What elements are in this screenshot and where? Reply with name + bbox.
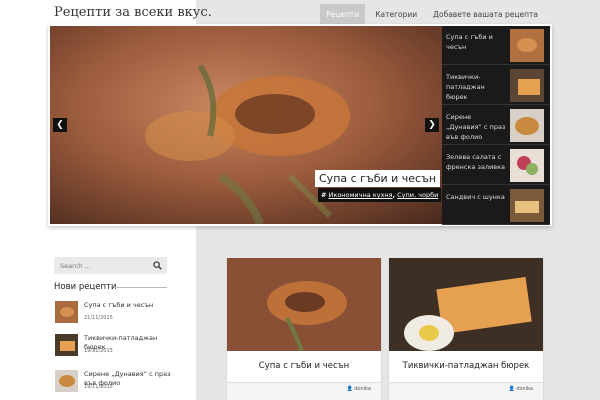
recent-recipe-item: Сирене „Дунавия“ с праз във фолио 19/11/… <box>54 370 174 400</box>
chevron-left-icon[interactable]: ❮ <box>53 118 67 132</box>
slide-caption-tags: # Икономична кухня, Супи, чорби <box>318 188 442 202</box>
main-nav: Рецепти Категории Добавете вашата рецепт… <box>320 4 544 25</box>
slider-thumb-image <box>510 29 544 62</box>
recipe-card: Тиквички-патладжан бюрек 👤 donika <box>389 258 543 400</box>
slider-thumb-image <box>510 109 544 142</box>
slide-caption-title[interactable]: Супа с гъби и чесън <box>315 170 441 187</box>
slider-thumb[interactable]: Тиквички-патладжан бюрек <box>442 66 550 105</box>
heading-divider <box>114 287 167 288</box>
tag-hash: # <box>321 191 327 199</box>
author-name: donika <box>516 386 533 392</box>
recent-recipe-date: 19/11/2015 <box>84 348 113 354</box>
recent-recipe-item: Тиквички-патладжан бюрек 19/11/2015 <box>54 334 174 364</box>
tag-link-soups[interactable]: Супи, чорби <box>397 191 438 199</box>
nav-item-categories[interactable]: Категории <box>369 4 423 25</box>
recent-recipe-thumb[interactable] <box>55 301 78 323</box>
recipe-card-author[interactable]: 👤 donika <box>347 386 372 392</box>
slider-thumb[interactable]: Сандвич с шунка <box>442 186 550 225</box>
recipe-card-image[interactable] <box>389 258 543 351</box>
slider-thumb[interactable]: Супа с гъби и чесън <box>442 26 550 65</box>
recent-recipe-link[interactable]: Супа с гъби и чесън <box>84 301 174 310</box>
recipe-card-image[interactable] <box>227 258 381 351</box>
recent-recipe-thumb[interactable] <box>55 370 78 392</box>
slider-thumb-label: Сирене „Дунавия“ с праз във фолио <box>446 113 506 141</box>
chevron-right-icon[interactable]: ❯ <box>425 118 439 132</box>
recipe-card-author[interactable]: 👤 donika <box>509 386 534 392</box>
nav-item-recipes[interactable]: Рецепти <box>320 4 366 25</box>
slider-thumb[interactable]: Сирене „Дунавия“ с праз във фолио <box>442 106 550 145</box>
recent-recipe-date: 19/11/2015 <box>84 384 113 390</box>
tag-link-economic[interactable]: Икономична кухня <box>329 191 393 199</box>
slider-thumb[interactable]: Зелева салата с френска заливка <box>442 146 550 185</box>
search-icon[interactable] <box>153 261 162 270</box>
featured-slider: Супа с гъби и чесън Тиквички-патладжан б… <box>48 24 552 226</box>
recipe-card: Супа с гъби и чесън 👤 donika <box>227 258 381 400</box>
slider-thumb-label: Супа с гъби и чесън <box>446 33 493 51</box>
search-input[interactable] <box>54 257 150 274</box>
recipe-card-footer: 👤 donika <box>389 382 543 400</box>
nav-item-add-recipe[interactable]: Добавете вашата рецепта <box>427 4 544 25</box>
recent-recipe-item: Супа с гъби и чесън 21/11/2015 <box>54 301 174 331</box>
recent-recipe-date: 21/11/2015 <box>84 315 113 321</box>
slider-thumb-label: Тиквички-патладжан бюрек <box>446 73 485 101</box>
slider-thumb-label: Зелева салата с френска заливка <box>446 153 506 171</box>
recipe-card-title[interactable]: Супа с гъби и чесън <box>227 361 381 371</box>
slider-thumb-image <box>510 69 544 102</box>
recent-recipes-heading: Нови рецепти <box>54 282 117 292</box>
tag-separator: , <box>392 191 396 199</box>
recent-recipe-thumb[interactable] <box>55 334 78 356</box>
slider-thumb-image <box>510 189 544 222</box>
search-box <box>54 257 167 274</box>
slider-thumb-image <box>510 149 544 182</box>
slider-thumbnail-list: Супа с гъби и чесън Тиквички-патладжан б… <box>442 26 550 225</box>
recipe-card-title[interactable]: Тиквички-патладжан бюрек <box>389 361 543 371</box>
slider-thumb-label: Сандвич с шунка <box>446 193 505 201</box>
author-name: donika <box>354 386 371 392</box>
recipe-card-footer: 👤 donika <box>227 382 381 400</box>
site-title[interactable]: Рецепти за всеки вкус. <box>54 5 212 20</box>
